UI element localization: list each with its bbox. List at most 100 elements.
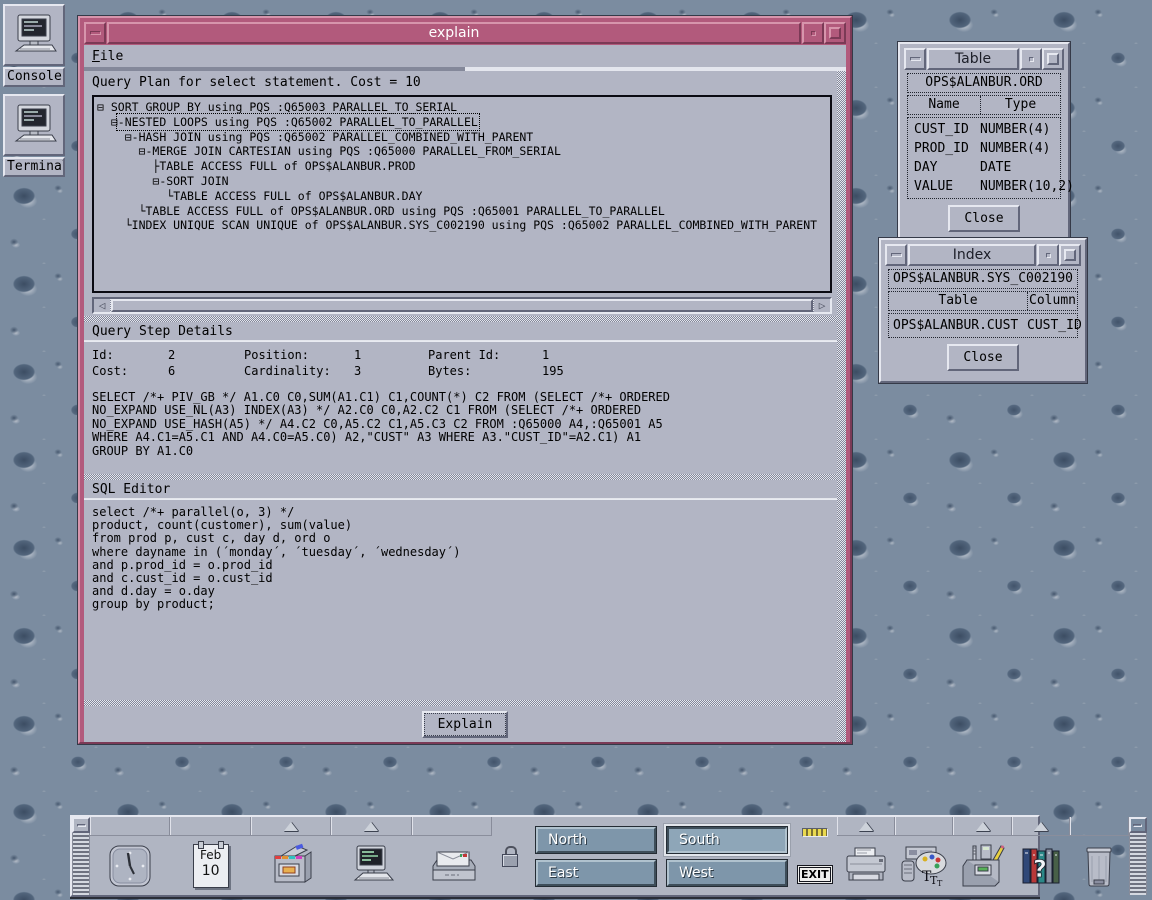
calendar-button[interactable]: Feb 10 [170, 836, 250, 895]
lock-icon[interactable] [502, 846, 518, 866]
sql-editor-input[interactable]: select /*+ parallel(o, 3) */ product, co… [84, 500, 846, 700]
field-value: 3 [354, 364, 394, 379]
window-menu-button[interactable] [84, 22, 106, 44]
subpanel-cell [90, 817, 170, 835]
plan-tree-node[interactable]: └TABLE ACCESS FULL of OPS$ALANBUR.DAY [97, 189, 830, 204]
panel-menu-button[interactable] [1129, 817, 1147, 833]
expand-box-icon[interactable]: ⊟ [97, 100, 111, 114]
table-row: DAYDATE [908, 158, 1060, 177]
minimize-button[interactable] [1020, 48, 1042, 70]
workspace-button[interactable]: South [667, 827, 787, 853]
terminal-icon [347, 842, 395, 890]
panel-handle-left[interactable] [72, 817, 90, 895]
minimize-button[interactable] [1037, 244, 1059, 266]
subpanel-arrow-help[interactable] [1012, 817, 1070, 835]
plan-tree-node[interactable]: ⊟-MERGE JOIN CARTESIAN using PQS :Q65000… [97, 144, 830, 159]
query-plan-tree[interactable]: ⊟ SORT GROUP BY using PQS :Q65003 PARALL… [92, 95, 832, 293]
style-manager-button[interactable]: T T T [895, 836, 953, 895]
scroll-left-icon[interactable]: ◁ [94, 299, 110, 312]
scrollbar-trough[interactable] [110, 299, 814, 312]
scrollbar-thumb[interactable] [111, 299, 813, 312]
expand-box-icon[interactable]: └ [125, 218, 132, 232]
expand-box-icon[interactable]: ⊟ [125, 130, 132, 144]
file-manager-icon [267, 842, 315, 890]
maximize-button[interactable] [824, 22, 846, 44]
terminal-panel-button[interactable] [331, 836, 411, 895]
plan-tree-node[interactable]: └INDEX UNIQUE SCAN UNIQUE of OPS$ALANBUR… [97, 218, 830, 233]
trash-button[interactable] [1070, 836, 1128, 895]
table-titlebar[interactable]: Table [904, 48, 1064, 70]
plan-tree-node[interactable]: ⊟ SORT GROUP BY using PQS :Q65003 PARALL… [97, 100, 830, 115]
mail-icon [427, 844, 477, 888]
printer-icon [841, 844, 891, 888]
terminal-label: Terminal [3, 157, 65, 177]
explain-button[interactable]: Explain [422, 711, 509, 738]
console-icon[interactable] [3, 4, 65, 66]
subpanel-arrow-hosts[interactable] [331, 817, 411, 835]
svg-text:T: T [937, 879, 943, 888]
plan-tree-node[interactable]: └TABLE ACCESS FULL of OPS$ALANBUR.ORD us… [97, 204, 830, 219]
index-column-headers: Table Column [888, 291, 1078, 311]
expand-box-icon[interactable]: ⊟ [111, 115, 118, 129]
help-button[interactable]: ? [1012, 836, 1070, 895]
maximize-button[interactable] [1042, 48, 1064, 70]
subpanel-arrow-apps[interactable] [953, 817, 1011, 835]
workspace-button[interactable]: East [536, 860, 656, 886]
workspace-button[interactable]: West [667, 860, 787, 886]
explain-titlebar[interactable]: explain [84, 22, 846, 44]
plan-tree-node[interactable]: ├TABLE ACCESS FULL of OPS$ALANBUR.PROD [97, 159, 830, 174]
mail-button[interactable] [412, 836, 492, 895]
maximize-button[interactable] [1059, 244, 1081, 266]
window-menu-button[interactable] [885, 244, 907, 266]
field-label: Id: [92, 348, 134, 363]
clock-button[interactable] [90, 836, 170, 895]
calendar-month: Feb [194, 848, 228, 863]
subpanel-cell [412, 817, 492, 835]
subpanel-arrow-files[interactable] [251, 817, 331, 835]
file-manager-button[interactable] [251, 836, 331, 895]
horizontal-scrollbar[interactable]: ◁ ▷ [92, 297, 832, 314]
table-close-button[interactable]: Close [948, 205, 1019, 232]
desktop: { "desktop": { "icons": [ {"label": "Con… [0, 0, 1152, 900]
window-menu-icon [891, 253, 902, 257]
panel-grip-icon[interactable] [72, 833, 90, 895]
desktop-icon-console[interactable]: Console [3, 4, 65, 87]
table-object-name: OPS$ALANBUR.ORD [907, 73, 1061, 93]
subpanel-arrow-printers[interactable] [837, 817, 895, 835]
app-manager-button[interactable] [953, 836, 1011, 895]
terminal-icon[interactable] [3, 94, 65, 156]
up-arrow-icon [364, 822, 378, 831]
workspace-button[interactable]: North [536, 827, 656, 853]
index-object-name: OPS$ALANBUR.SYS_C002190 [888, 269, 1078, 289]
desktop-icon-terminal[interactable]: Terminal [3, 94, 65, 177]
scroll-right-icon[interactable]: ▷ [814, 299, 830, 312]
table-window-title: Table [927, 48, 1019, 70]
panel-grip-icon[interactable] [1129, 833, 1147, 895]
subpanel-strip [837, 817, 1129, 836]
style-manager-icon: T T T [898, 843, 950, 889]
field-value: 195 [542, 364, 704, 379]
printer-button[interactable] [837, 836, 895, 895]
minimize-icon [1046, 253, 1051, 258]
workspace-switch-area: North South East West EXIT [492, 817, 837, 895]
subpanel-cell [1070, 817, 1128, 835]
index-close-button[interactable]: Close [947, 344, 1018, 371]
minimize-icon [811, 31, 816, 36]
column-header: Name [908, 96, 980, 114]
exit-button[interactable]: EXIT [797, 865, 833, 884]
column-header: Column [1027, 292, 1077, 310]
panel-minimize-button[interactable] [72, 817, 90, 833]
plan-tree-node[interactable]: ⊟-NESTED LOOPS using PQS :Q65002 PARALLE… [97, 115, 830, 130]
file-menu[interactable]: File [92, 49, 123, 64]
sql-editor-title: SQL Editor [84, 480, 846, 500]
plan-tree-node[interactable]: ⊟-HASH JOIN using PQS :Q65002 PARALLEL_C… [97, 130, 830, 145]
button-row: Explain [84, 706, 846, 742]
panel-handle-right[interactable] [1129, 817, 1147, 895]
index-titlebar[interactable]: Index [885, 244, 1081, 266]
window-menu-button[interactable] [904, 48, 926, 70]
minimize-icon [1029, 57, 1034, 62]
plan-tree-node[interactable]: ⊟-SORT JOIN [97, 174, 830, 189]
field-label: Bytes: [428, 364, 508, 379]
maximize-icon [1064, 249, 1076, 261]
minimize-button[interactable] [802, 22, 824, 44]
